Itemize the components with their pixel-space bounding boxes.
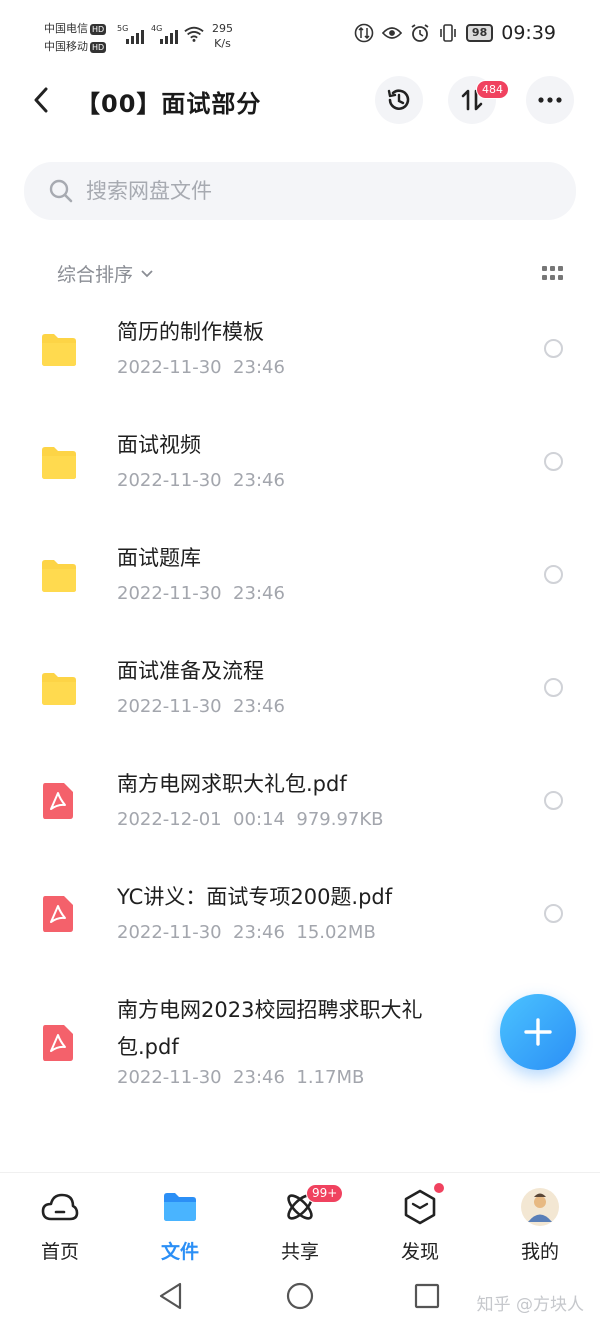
chevron-left-icon bbox=[34, 87, 48, 113]
file-name: 简历的制作模板 bbox=[117, 320, 264, 344]
transfer-badge: 484 bbox=[476, 80, 509, 99]
file-meta: 2022-11-30 23:46 15.02MB bbox=[117, 922, 376, 943]
hd-badge-2: HD bbox=[90, 42, 107, 53]
file-meta: 2022-12-01 00:14 979.97KB bbox=[117, 809, 384, 830]
file-date: 2022-11-30 23:46 bbox=[117, 357, 285, 378]
file-name: 面试题库 bbox=[117, 546, 201, 570]
more-button[interactable] bbox=[526, 76, 574, 124]
status-bar: 中国电信 HD 中国移动 HD 5G 4G 295 K/s 98 09:39 bbox=[0, 0, 600, 70]
grid-view-button[interactable] bbox=[542, 266, 564, 280]
nav-recents-button[interactable] bbox=[411, 1280, 443, 1312]
tab-home[interactable]: 首页 bbox=[10, 1187, 110, 1264]
header: 【00】面试部分 484 bbox=[0, 74, 600, 126]
file-date: 2022-11-30 23:46 bbox=[117, 922, 285, 943]
folder-icon bbox=[42, 560, 76, 592]
orbit-icon: 99+ bbox=[280, 1184, 344, 1227]
folder-icon bbox=[42, 673, 76, 705]
tab-label: 文件 bbox=[160, 1241, 199, 1263]
chevron-down-icon bbox=[141, 269, 153, 277]
share-badge: 99+ bbox=[306, 1184, 344, 1203]
folder-icon bbox=[160, 1187, 200, 1227]
triangle-back-icon bbox=[159, 1282, 182, 1310]
tab-label: 首页 bbox=[40, 1241, 79, 1263]
alarm-icon bbox=[410, 23, 430, 43]
hd-badge-1: HD bbox=[90, 24, 107, 35]
file-date: 2022-11-30 23:46 bbox=[117, 1067, 285, 1088]
vibrate-icon bbox=[438, 23, 458, 43]
data-transfer-icon bbox=[354, 23, 374, 43]
page-title: 【00】面试部分 bbox=[76, 90, 262, 118]
select-checkbox[interactable] bbox=[544, 339, 563, 358]
file-size: 15.02MB bbox=[296, 922, 376, 943]
battery-indicator: 98 bbox=[465, 24, 494, 42]
circle-home-icon bbox=[286, 1282, 314, 1310]
pdf-icon bbox=[43, 783, 73, 819]
add-button[interactable] bbox=[500, 994, 576, 1070]
carrier-info: 中国电信 HD 中国移动 HD bbox=[44, 20, 107, 56]
plus-icon bbox=[524, 1018, 552, 1046]
carrier-2: 中国移动 bbox=[44, 40, 88, 53]
select-checkbox[interactable] bbox=[544, 452, 563, 471]
tab-share[interactable]: 99+ 共享 bbox=[250, 1184, 350, 1264]
search-icon bbox=[49, 179, 73, 203]
tab-label: 我的 bbox=[520, 1241, 559, 1263]
history-button[interactable] bbox=[375, 76, 423, 124]
search-input[interactable] bbox=[86, 179, 526, 203]
file-name: 南方电网求职大礼包.pdf bbox=[117, 772, 347, 796]
cube-icon bbox=[400, 1183, 444, 1227]
nav-home-button[interactable] bbox=[284, 1280, 316, 1312]
folder-icon bbox=[42, 334, 76, 366]
tab-files[interactable]: 文件 bbox=[130, 1187, 230, 1264]
eye-icon bbox=[381, 23, 402, 43]
select-checkbox[interactable] bbox=[544, 904, 563, 923]
clock: 09:39 bbox=[501, 22, 556, 44]
file-name: YC讲义：面试专项200题.pdf bbox=[117, 885, 393, 909]
speed-value: 295 bbox=[212, 22, 233, 35]
screen: 中国电信 HD 中国移动 HD 5G 4G 295 K/s 98 09:39 【… bbox=[0, 0, 600, 1327]
discover-dot bbox=[434, 1183, 444, 1193]
signal-icon-1 bbox=[126, 28, 144, 44]
file-date: 2022-11-30 23:46 bbox=[117, 583, 285, 604]
status-right: 98 09:39 bbox=[354, 22, 556, 44]
speed-unit: K/s bbox=[214, 37, 231, 50]
signal-icon-2 bbox=[160, 28, 178, 44]
pdf-icon bbox=[43, 1025, 73, 1061]
avatar bbox=[520, 1187, 560, 1227]
network-speed: 295 K/s bbox=[212, 21, 233, 51]
file-name: 面试准备及流程 bbox=[117, 659, 264, 683]
carrier-1: 中国电信 bbox=[44, 22, 88, 35]
nav-back-button[interactable] bbox=[155, 1280, 187, 1312]
file-meta: 2022-11-30 23:46 1.17MB bbox=[117, 1067, 364, 1088]
file-size: 979.97KB bbox=[296, 809, 384, 830]
bottom-tab-bar: 首页 文件 99+ 共享 发现 我的 bbox=[0, 1172, 600, 1268]
select-checkbox[interactable] bbox=[544, 678, 563, 697]
file-name: 南方电网2023校园招聘求职大礼包.pdf bbox=[117, 998, 423, 1059]
back-button[interactable] bbox=[26, 84, 56, 116]
file-name: 面试视频 bbox=[117, 433, 201, 457]
tab-label: 共享 bbox=[280, 1241, 319, 1263]
watermark: 知乎 @方块人 bbox=[476, 1295, 584, 1315]
file-date: 2022-11-30 23:46 bbox=[117, 696, 285, 717]
square-recents-icon bbox=[414, 1283, 440, 1309]
wifi-icon bbox=[184, 24, 204, 44]
transfer-button[interactable]: 484 bbox=[448, 76, 509, 124]
sort-label: 综合排序 bbox=[57, 264, 134, 286]
pdf-icon bbox=[43, 896, 73, 932]
more-icon bbox=[538, 97, 562, 103]
file-date: 2022-11-30 23:46 bbox=[117, 470, 285, 491]
file-date: 2022-12-01 00:14 bbox=[117, 809, 285, 830]
tab-profile[interactable]: 我的 bbox=[490, 1187, 590, 1264]
tab-discover[interactable]: 发现 bbox=[370, 1183, 470, 1264]
search-bar[interactable] bbox=[24, 162, 576, 220]
select-checkbox[interactable] bbox=[544, 565, 563, 584]
file-size: 1.17MB bbox=[296, 1067, 365, 1088]
sort-dropdown[interactable]: 综合排序 bbox=[57, 260, 153, 287]
folder-icon bbox=[42, 447, 76, 479]
cloud-icon bbox=[40, 1187, 80, 1227]
select-checkbox[interactable] bbox=[544, 791, 563, 810]
history-icon bbox=[387, 89, 410, 110]
tab-label: 发现 bbox=[400, 1241, 439, 1263]
